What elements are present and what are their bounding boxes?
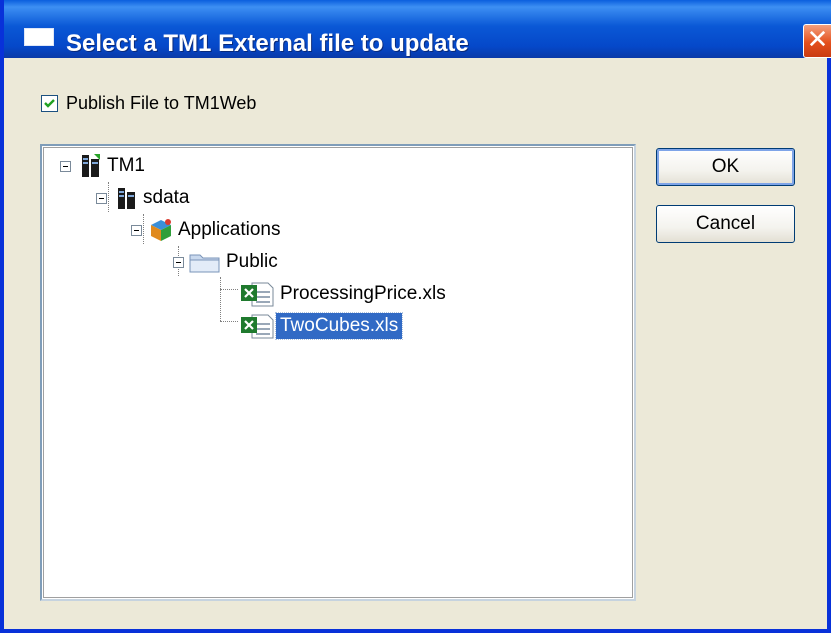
tree-node-twocubes[interactable]: TwoCubes.xls — [240, 311, 404, 341]
tree-node-label[interactable]: Applications — [174, 217, 284, 243]
publish-checkbox[interactable] — [41, 94, 58, 112]
window-icon — [24, 28, 54, 46]
tree-node-tm1[interactable]: TM1 — [60, 151, 149, 181]
tree-node-label[interactable]: ProcessingPrice.xls — [276, 281, 450, 307]
tree-node-label-selected[interactable]: TwoCubes.xls — [274, 312, 404, 340]
tree-node-label[interactable]: sdata — [139, 185, 193, 211]
server-icon — [118, 188, 135, 209]
close-button[interactable]: ✕ — [803, 24, 831, 58]
tree-node-public[interactable]: Public — [173, 247, 282, 277]
close-icon: ✕ — [806, 25, 829, 55]
collapse-toggle-icon[interactable] — [96, 192, 107, 204]
collapse-toggle-icon[interactable] — [173, 256, 184, 268]
tree-connector — [220, 277, 221, 321]
tree-node-sdata[interactable]: sdata — [96, 183, 193, 213]
cancel-button[interactable]: Cancel — [656, 205, 795, 243]
checkmark-icon — [44, 98, 55, 108]
folder-icon — [189, 254, 220, 273]
excel-file-icon — [241, 314, 274, 339]
window-title: Select a TM1 External file to update — [66, 30, 469, 57]
publish-checkbox-label[interactable]: Publish File to TM1Web — [66, 93, 256, 114]
collapse-toggle-icon[interactable] — [131, 224, 142, 236]
ok-button[interactable]: OK — [656, 148, 795, 186]
title-bar[interactable]: Select a TM1 External file to update ✕ — [4, 0, 831, 58]
tree-node-label[interactable]: Public — [222, 249, 282, 275]
excel-file-icon — [241, 282, 274, 307]
file-tree[interactable]: TM1 sdata Applications Public Processing… — [40, 144, 636, 601]
tree-node-label[interactable]: TM1 — [103, 153, 149, 179]
tree-node-applications[interactable]: Applications — [131, 215, 284, 245]
applications-icon — [151, 219, 171, 241]
tree-node-processingprice[interactable]: ProcessingPrice.xls — [240, 279, 450, 309]
tree-connector — [220, 289, 238, 290]
select-external-file-dialog: Select a TM1 External file to update ✕ P… — [0, 0, 831, 633]
collapse-toggle-icon[interactable] — [60, 160, 71, 172]
server-icon — [82, 154, 100, 177]
publish-checkbox-row[interactable]: Publish File to TM1Web — [41, 90, 256, 116]
tree-connector — [220, 321, 238, 322]
